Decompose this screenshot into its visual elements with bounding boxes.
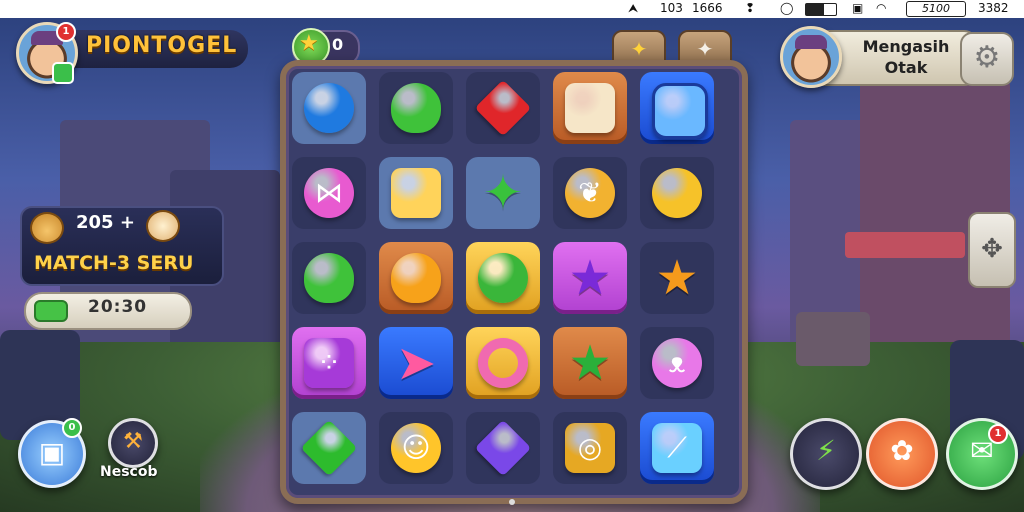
yellow-smiley-icon: ☺ bbox=[391, 423, 441, 473]
alert-icon: ❢ bbox=[745, 1, 756, 15]
blue-gem-icon bbox=[304, 83, 354, 133]
gold-lemon-icon bbox=[652, 168, 702, 218]
ice-shard-icon: ⟋ bbox=[652, 423, 702, 473]
hammer-label: Nescob bbox=[100, 464, 158, 480]
mail-badge: 1 bbox=[988, 424, 1008, 444]
glowing-window bbox=[895, 150, 935, 198]
mail-button[interactable]: ✉ bbox=[946, 418, 1018, 490]
ring-icon: ◯ bbox=[780, 1, 794, 15]
pink-ring-icon bbox=[478, 338, 528, 388]
board-tile-pink-cat[interactable]: ᴥ bbox=[640, 327, 714, 399]
settings-gear-button[interactable]: ⚙ bbox=[960, 32, 1014, 86]
purple-dots-icon: ⁘ bbox=[304, 338, 354, 388]
board-tile-yellow-square[interactable] bbox=[379, 157, 453, 229]
board-tile-purple-dots[interactable]: ⁘ bbox=[292, 327, 366, 399]
board-tile-ice-shard[interactable]: ⟋ bbox=[640, 412, 714, 484]
orange-card-icon bbox=[565, 83, 615, 133]
star-icon: ★ bbox=[299, 31, 319, 56]
orange-star-icon: ★ bbox=[655, 250, 699, 306]
board-tile-orange-card[interactable] bbox=[553, 72, 627, 144]
red-gem-icon bbox=[474, 79, 532, 137]
status-clock: 3382 bbox=[978, 1, 1009, 15]
flower-icon: ✿ bbox=[890, 434, 914, 467]
board-tile-red-gem[interactable] bbox=[466, 72, 540, 144]
opponent-avatar[interactable] bbox=[780, 26, 842, 88]
orange-heart-icon bbox=[391, 253, 441, 303]
board-tile-gold-chest[interactable]: ◎ bbox=[553, 412, 627, 484]
star-count: 0 bbox=[332, 35, 344, 54]
hammer-icon: ⚒ bbox=[123, 429, 143, 454]
lightning-icon: ⚡ bbox=[816, 434, 836, 467]
side-move-button[interactable]: ✥ bbox=[968, 212, 1016, 288]
board-tile-orange-heart[interactable] bbox=[379, 242, 453, 314]
board-tile-pink-ring[interactable] bbox=[466, 327, 540, 399]
status-time-a: 103 bbox=[660, 1, 683, 15]
crate bbox=[796, 312, 870, 366]
board-tile-green-orb[interactable] bbox=[466, 242, 540, 314]
wifi-arrow-icon: ⮝ bbox=[628, 1, 639, 15]
score-value: 205 + bbox=[76, 212, 135, 233]
gear-icon: ⚙ bbox=[973, 40, 1001, 75]
opponent-name-line2: Otak bbox=[884, 58, 928, 77]
opponent-name: Mengasih Otak bbox=[846, 36, 966, 78]
player-name: PIONTOGEL bbox=[86, 33, 238, 58]
board-tile-royal-hex[interactable] bbox=[640, 72, 714, 144]
green-rhombus-icon bbox=[300, 419, 358, 477]
game-mode-title: MATCH-3 SERU bbox=[34, 252, 194, 274]
battery-timer-icon bbox=[34, 300, 68, 322]
board-tile-pink-bow[interactable]: ⋈ bbox=[292, 157, 366, 229]
purple-star-icon: ★ bbox=[568, 250, 612, 306]
player-status-badge bbox=[52, 62, 74, 84]
boost-button[interactable]: ⚡ bbox=[790, 418, 862, 490]
pink-cat-icon: ᴥ bbox=[652, 338, 702, 388]
box-icon: ▣ bbox=[38, 436, 66, 469]
flower-button[interactable]: ✿ bbox=[866, 418, 938, 490]
board-tile-green-heart[interactable] bbox=[292, 242, 366, 314]
cast-icon: ▣ bbox=[852, 1, 864, 15]
board-tile-green-diamond[interactable]: ✦ bbox=[466, 157, 540, 229]
system-status-bar: ⮝ 103 1666 ❢ ◯ ▣ ◠ 5100 3382 bbox=[0, 0, 1024, 18]
page-indicator-dot bbox=[509, 499, 515, 505]
board-tile-blue-arrow[interactable]: ➤ bbox=[379, 327, 453, 399]
player-notification-badge: 1 bbox=[56, 22, 76, 42]
red-awning bbox=[845, 232, 965, 258]
timer-value: 20:30 bbox=[88, 297, 148, 317]
blue-arrow-icon: ➤ bbox=[395, 335, 437, 391]
shop-badge: 0 bbox=[62, 418, 82, 438]
game-board: ⋈ ✦ ❦ ★ ★ ⁘ ➤ ★ ᴥ ☺ ◎ ⟋ bbox=[280, 60, 748, 504]
royal-hex-icon bbox=[652, 83, 708, 139]
hammer-button[interactable]: ⚒ bbox=[108, 418, 158, 468]
gold-chest-icon: ◎ bbox=[565, 423, 615, 473]
board-tile-green-heart[interactable] bbox=[379, 72, 453, 144]
board-tile-yellow-smiley[interactable]: ☺ bbox=[379, 412, 453, 484]
move-icon: ✥ bbox=[981, 234, 1003, 264]
green-orb-icon bbox=[478, 253, 528, 303]
leaf-cookie-icon: ❦ bbox=[565, 168, 615, 218]
board-tile-purple-star[interactable]: ★ bbox=[553, 242, 627, 314]
opponent-name-line1: Mengasih bbox=[862, 37, 950, 56]
battery-icon bbox=[805, 3, 837, 16]
board-tile-orange-star[interactable]: ★ bbox=[640, 242, 714, 314]
board-tile-green-rhombus[interactable] bbox=[292, 412, 366, 484]
green-star-icon: ★ bbox=[568, 335, 612, 391]
green-diamond-icon: ✦ bbox=[482, 165, 524, 221]
yellow-square-icon bbox=[391, 168, 441, 218]
board-tile-purple-crystal[interactable] bbox=[466, 412, 540, 484]
pink-bow-icon: ⋈ bbox=[304, 168, 354, 218]
status-time-b: 1666 bbox=[692, 1, 723, 15]
board-tile-leaf-cookie[interactable]: ❦ bbox=[553, 157, 627, 229]
wifi-icon: ◠ bbox=[876, 1, 887, 15]
green-heart-icon bbox=[304, 253, 354, 303]
bear-icon bbox=[30, 212, 64, 244]
green-heart-icon bbox=[391, 83, 441, 133]
board-tile-gold-lemon[interactable] bbox=[640, 157, 714, 229]
status-box: 5100 bbox=[906, 1, 966, 17]
purple-crystal-icon bbox=[474, 419, 532, 477]
board-tile-blue-gem[interactable] bbox=[292, 72, 366, 144]
board-tile-green-star[interactable]: ★ bbox=[553, 327, 627, 399]
cat-icon bbox=[146, 210, 180, 242]
right-house bbox=[790, 120, 890, 350]
